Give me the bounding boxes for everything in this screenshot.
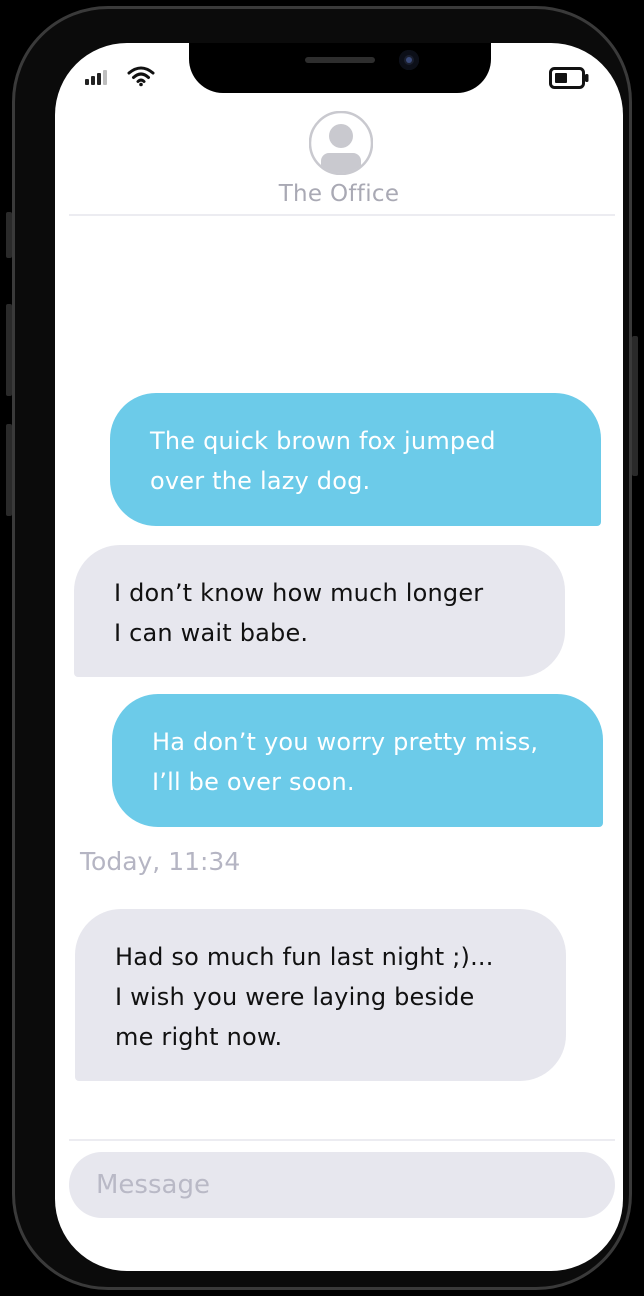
incoming-message-bubble[interactable]: I don’t know how much longer I can wait … xyxy=(74,545,565,677)
contact-name[interactable]: The Office xyxy=(55,181,623,207)
message-input[interactable]: Message xyxy=(69,1152,615,1218)
battery-icon xyxy=(549,67,589,89)
message-text-line: Ha don’t you worry pretty miss, xyxy=(152,728,539,756)
phone-frame: The Office The quick brown fox jumped ov… xyxy=(12,6,632,1290)
message-text-line: me right now. xyxy=(115,1023,283,1051)
composer-divider xyxy=(69,1139,615,1141)
message-timestamp: Today, 11:34 xyxy=(80,847,241,876)
incoming-message-bubble[interactable]: Had so much fun last night ;)... I wish … xyxy=(75,909,566,1081)
message-text-line: I can wait babe. xyxy=(114,619,309,647)
phone-mockup: The Office The quick brown fox jumped ov… xyxy=(0,0,644,1296)
screen: The Office The quick brown fox jumped ov… xyxy=(55,43,623,1271)
outgoing-message-bubble[interactable]: Ha don’t you worry pretty miss, I’ll be … xyxy=(112,694,603,827)
cellular-signal-icon xyxy=(85,70,107,85)
message-text-line: over the lazy dog. xyxy=(150,467,371,495)
front-camera-icon xyxy=(399,50,419,70)
message-text-line: I wish you were laying beside xyxy=(115,983,475,1011)
message-input-placeholder: Message xyxy=(96,1170,210,1200)
notch xyxy=(189,43,491,93)
message-text-line: I don’t know how much longer xyxy=(114,579,484,607)
speaker-grille xyxy=(305,57,375,63)
person-avatar-icon xyxy=(309,111,373,175)
message-text-line: Had so much fun last night ;)... xyxy=(115,943,494,971)
wifi-icon xyxy=(127,66,155,87)
message-text-line: I’ll be over soon. xyxy=(152,768,355,796)
outgoing-message-bubble[interactable]: The quick brown fox jumped over the lazy… xyxy=(110,393,601,526)
message-text-line: The quick brown fox jumped xyxy=(150,427,496,455)
header-divider xyxy=(69,214,615,216)
power-button xyxy=(632,336,638,476)
